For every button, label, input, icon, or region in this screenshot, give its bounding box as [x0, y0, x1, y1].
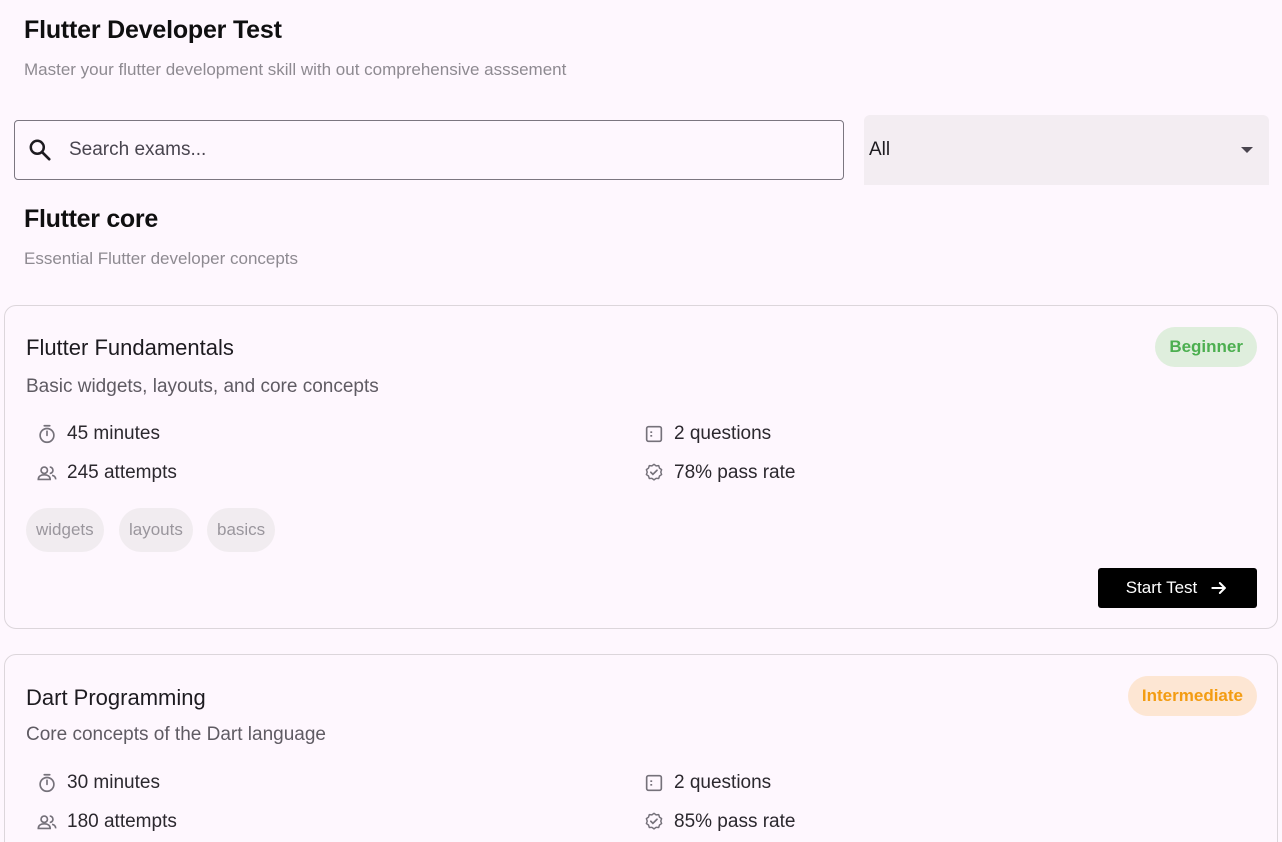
tag-chip[interactable]: layouts — [119, 508, 193, 552]
exam-pass-rate: 78% pass rate — [643, 462, 795, 484]
search-input[interactable] — [69, 130, 789, 170]
exam-duration: 45 minutes — [36, 423, 160, 445]
questions-text: 2 questions — [674, 772, 772, 793]
quiz-icon — [643, 772, 665, 794]
page-title: Flutter Developer Test — [24, 16, 282, 44]
start-test-button[interactable]: Start Test — [1098, 568, 1257, 608]
quiz-icon — [643, 423, 665, 445]
attempts-text: 180 attempts — [67, 811, 177, 832]
exam-title: Dart Programming — [26, 685, 206, 710]
page-subtitle: Master your flutter development skill wi… — [24, 60, 567, 79]
timer-icon — [36, 772, 58, 794]
verified-icon — [643, 462, 665, 484]
level-badge: Beginner — [1155, 327, 1257, 367]
attempts-text: 245 attempts — [67, 462, 177, 483]
tag-chip[interactable]: basics — [207, 508, 276, 552]
duration-text: 30 minutes — [67, 772, 160, 793]
duration-text: 45 minutes — [67, 423, 160, 444]
exam-pass-rate: 85% pass rate — [643, 811, 795, 833]
timer-icon — [36, 423, 58, 445]
exam-title: Flutter Fundamentals — [26, 335, 234, 360]
people-icon — [36, 811, 58, 833]
questions-text: 2 questions — [674, 423, 772, 444]
people-icon — [36, 462, 58, 484]
category-filter-dropdown[interactable]: All — [864, 115, 1269, 185]
filter-selected-value: All — [869, 139, 891, 160]
level-badge: Intermediate — [1127, 676, 1257, 716]
tag-chip[interactable]: widgets — [26, 508, 104, 552]
start-test-label: Start Test — [1125, 578, 1198, 597]
verified-icon — [643, 811, 665, 833]
exam-duration: 30 minutes — [36, 772, 160, 794]
pass-rate-text: 78% pass rate — [674, 462, 796, 483]
exam-list-page: Flutter Developer Test Master your flutt… — [0, 0, 1282, 842]
search-icon — [27, 137, 53, 163]
exam-questions: 2 questions — [643, 772, 771, 794]
exam-attempts: 180 attempts — [36, 811, 177, 833]
exam-questions: 2 questions — [643, 423, 771, 445]
exam-attempts: 245 attempts — [36, 462, 177, 484]
search-box[interactable] — [14, 120, 844, 180]
dropdown-caret-icon — [1241, 147, 1253, 153]
exam-card: Dart Programming Core concepts of the Da… — [4, 654, 1278, 842]
exam-description: Basic widgets, layouts, and core concept… — [26, 376, 379, 397]
section-subtitle: Essential Flutter developer concepts — [24, 249, 299, 268]
pass-rate-text: 85% pass rate — [674, 811, 796, 832]
section-title: Flutter core — [24, 205, 158, 233]
arrow-right-icon — [1209, 578, 1229, 598]
exam-card: Flutter Fundamentals Basic widgets, layo… — [4, 305, 1278, 629]
exam-description: Core concepts of the Dart language — [26, 724, 326, 745]
